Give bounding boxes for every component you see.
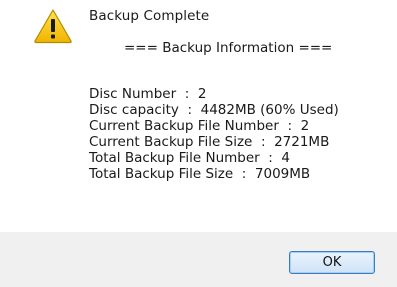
ok-button[interactable]: OK	[289, 251, 375, 274]
info-line-current-file-number: Current Backup File Number : 2	[89, 118, 310, 134]
info-line-current-file-size: Current Backup File Size : 2721MB	[89, 134, 330, 150]
dialog-title: Backup Complete	[89, 8, 210, 24]
message-area: Backup Complete === Backup Information =…	[0, 0, 397, 232]
button-bar: OK	[0, 232, 397, 287]
info-line-total-file-size: Total Backup File Size : 7009MB	[89, 166, 311, 182]
warning-triangle-icon	[33, 8, 73, 44]
info-header: === Backup Information ===	[124, 40, 333, 56]
info-line-disc-number: Disc Number : 2	[89, 86, 207, 102]
backup-complete-dialog: Backup Complete === Backup Information =…	[0, 0, 397, 287]
info-line-total-file-number: Total Backup File Number : 4	[89, 150, 291, 166]
backup-info-list: Disc Number : 2 Disc capacity : 4482MB (…	[89, 86, 339, 182]
info-line-disc-capacity: Disc capacity : 4482MB (60% Used)	[89, 102, 339, 118]
